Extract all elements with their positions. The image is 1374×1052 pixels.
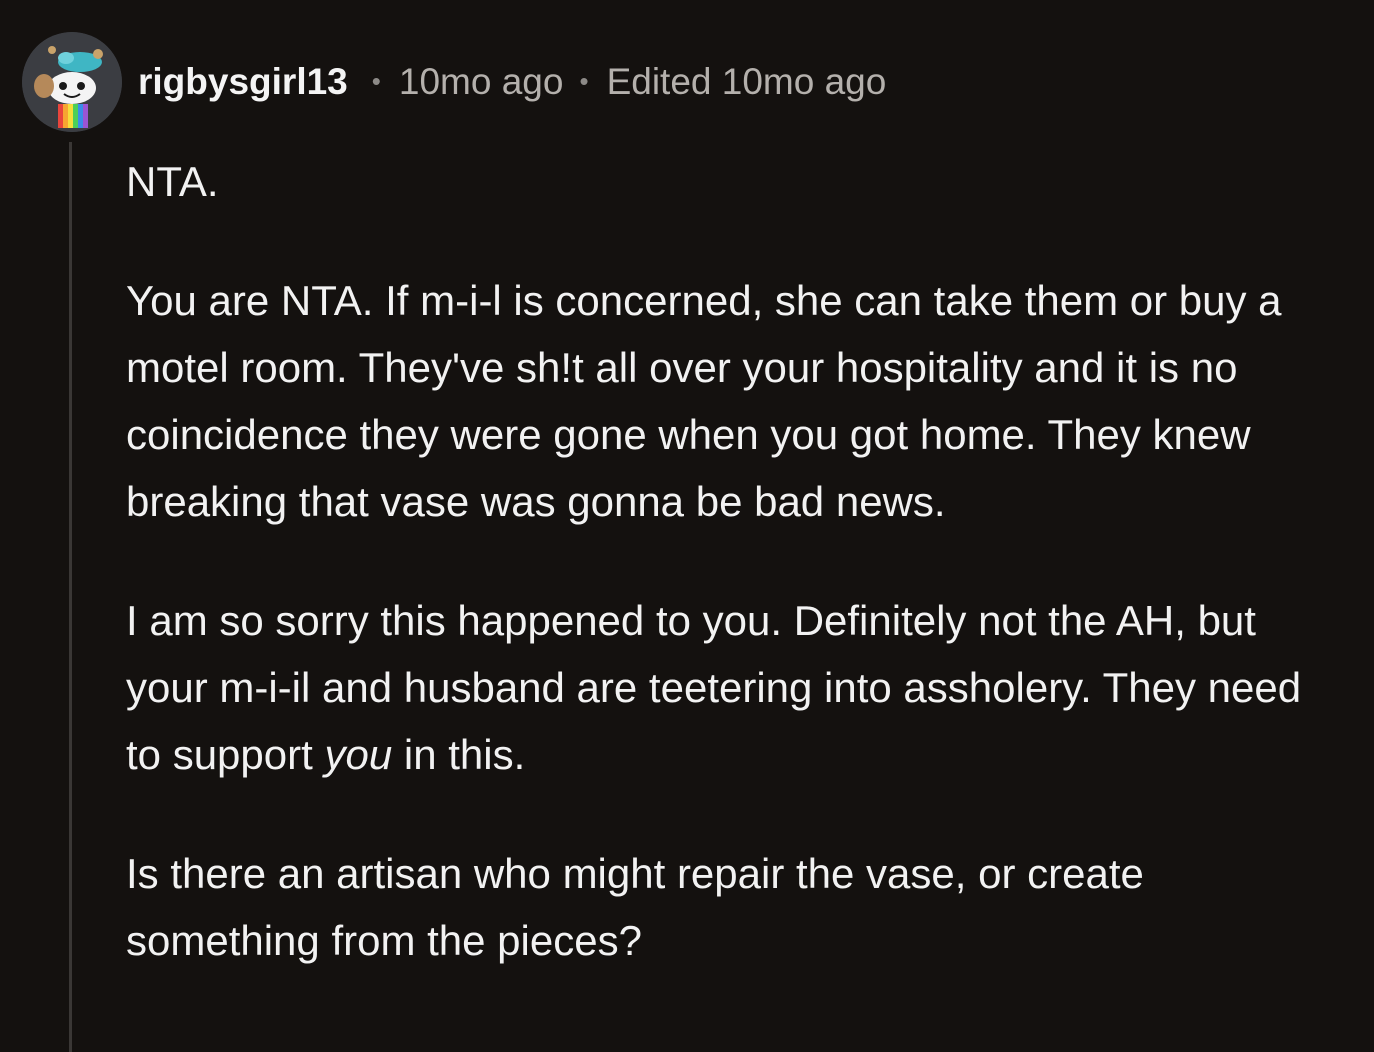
comment-meta: rigbysgirl13 • 10mo ago • Edited 10mo ag… bbox=[138, 63, 886, 100]
paragraph-text: I am so sorry this happened to you. Defi… bbox=[126, 597, 1302, 778]
paragraph: You are NTA. If m-i-l is concerned, she … bbox=[126, 277, 1282, 525]
comment-header: rigbysgirl13 • 10mo ago • Edited 10mo ag… bbox=[22, 32, 886, 132]
paragraph: Is there an artisan who might repair the… bbox=[126, 850, 1144, 964]
edited-timestamp: Edited 10mo ago bbox=[606, 60, 887, 102]
separator-dot: • bbox=[371, 66, 381, 96]
comment: rigbysgirl13 • 10mo ago • Edited 10mo ag… bbox=[0, 0, 1374, 1052]
paragraph-text: in this. bbox=[392, 731, 526, 778]
thread-line[interactable] bbox=[69, 142, 72, 1052]
separator-dot: • bbox=[579, 66, 589, 96]
username[interactable]: rigbysgirl13 bbox=[138, 63, 348, 100]
comment-body: NTA. You are NTA. If m-i-l is concerned,… bbox=[126, 148, 1346, 1026]
paragraph: NTA. bbox=[126, 158, 219, 205]
snoo-avatar-icon bbox=[22, 32, 122, 132]
emphasis-text: you bbox=[324, 731, 393, 778]
paragraph: I am so sorry this happened to you. Defi… bbox=[126, 587, 1346, 788]
timestamp[interactable]: 10mo ago bbox=[399, 63, 564, 100]
avatar[interactable] bbox=[22, 32, 122, 132]
